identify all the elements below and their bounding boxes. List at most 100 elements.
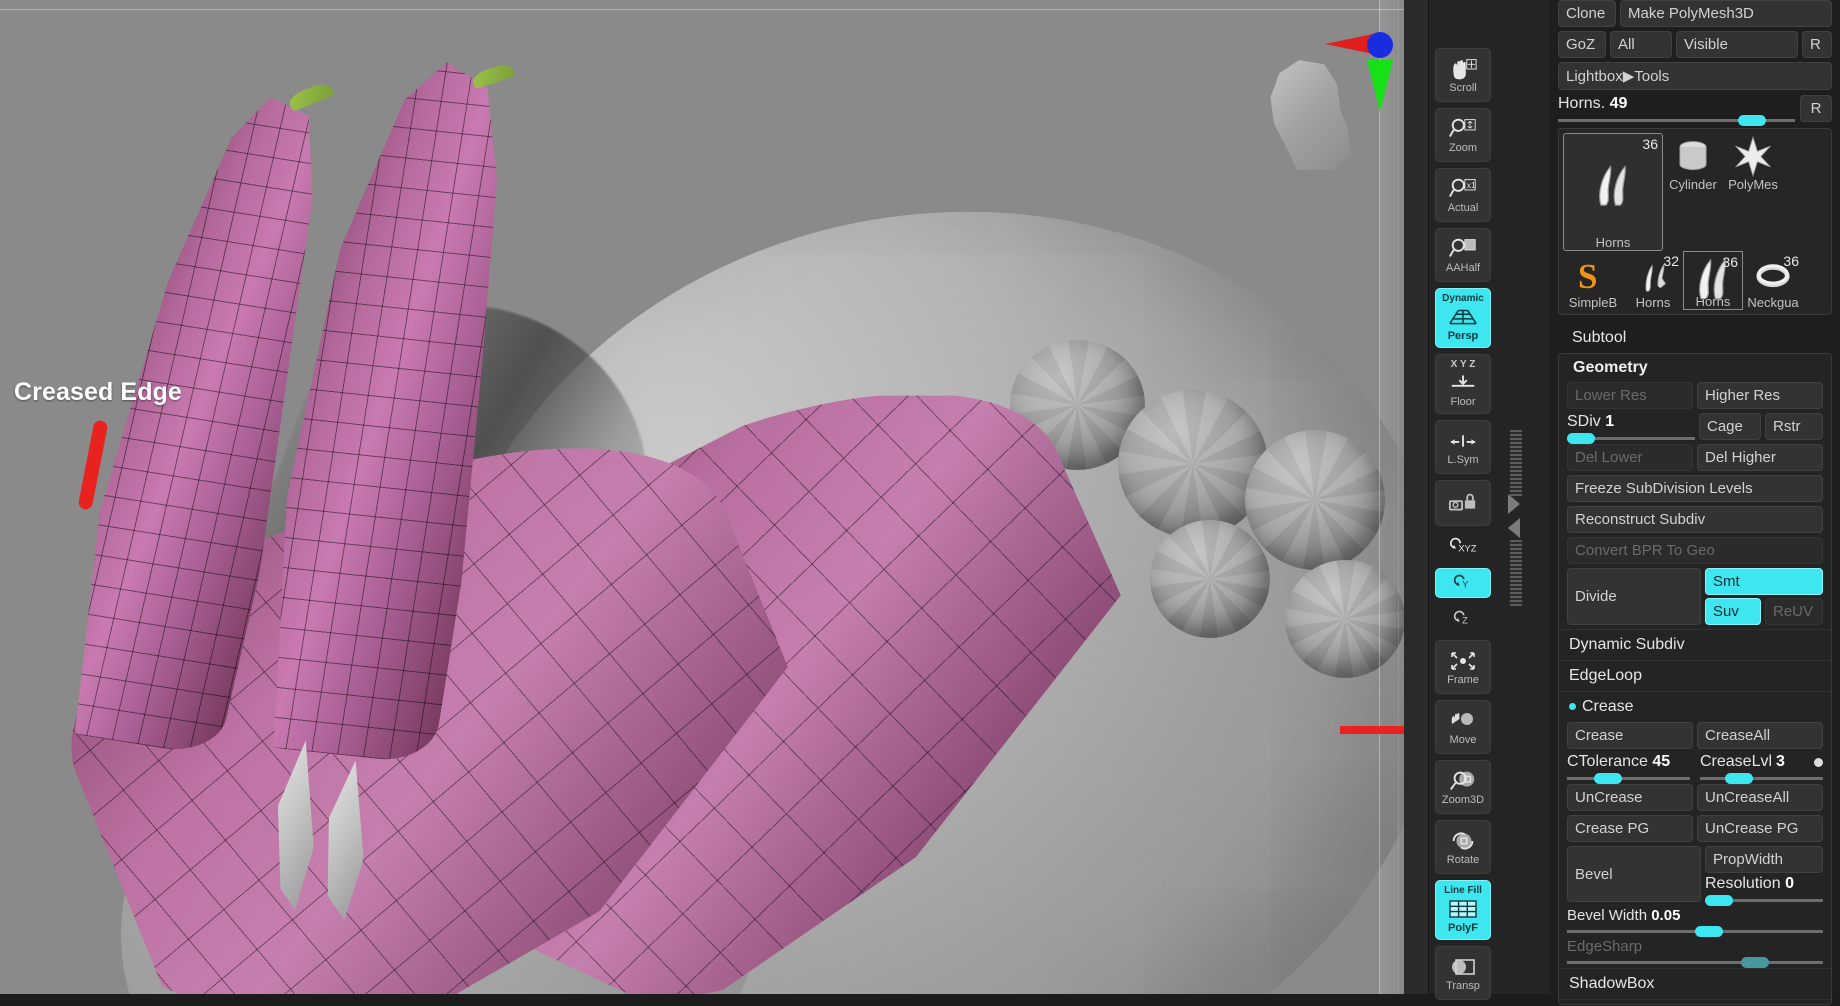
current-tool-thumb[interactable] xyxy=(1738,115,1767,126)
creaselvl-track[interactable] xyxy=(1700,773,1823,784)
bevel-button[interactable]: Bevel xyxy=(1567,846,1701,902)
x-axis-icon xyxy=(1325,34,1373,54)
higher-res-button[interactable]: Higher Res xyxy=(1697,382,1823,409)
uncrease-pg-button[interactable]: UnCrease PG xyxy=(1697,815,1823,842)
toolbar-button-zoom3d[interactable]: Zoom3D xyxy=(1435,760,1491,814)
toolbar-button-l-sym[interactable]: L.Sym xyxy=(1435,420,1491,474)
sdiv-thumb[interactable] xyxy=(1567,433,1595,444)
toolbar-button-floor[interactable]: X Y Z Floor xyxy=(1435,354,1491,414)
tool-thumbnail-grid[interactable]: 36 Horns Cylinder PolyMes S SimpleB 32 Horns 36 H… xyxy=(1558,128,1832,315)
creaselvl-thumb[interactable] xyxy=(1724,773,1753,784)
goz-all-button[interactable]: All xyxy=(1610,31,1672,58)
smt-toggle[interactable]: Smt xyxy=(1705,568,1823,595)
del-lower-button[interactable]: Del Lower xyxy=(1567,444,1693,471)
tool-thumbnail-cylinder[interactable]: Cylinder xyxy=(1663,133,1723,192)
goz-visible-button[interactable]: Visible xyxy=(1676,31,1798,58)
uncrease-button[interactable]: UnCrease xyxy=(1567,784,1693,811)
crease-pg-button[interactable]: Crease PG xyxy=(1567,815,1693,842)
lower-res-button[interactable]: Lower Res xyxy=(1567,382,1693,409)
subtool-section-label[interactable]: Subtool xyxy=(1550,323,1840,353)
bevel-width-track[interactable] xyxy=(1567,926,1823,937)
toolbar-button-xyz[interactable]: XYZ xyxy=(1435,532,1491,562)
crease-button[interactable]: Crease xyxy=(1567,722,1693,749)
tool-thumbnail-polymes[interactable]: PolyMes xyxy=(1723,133,1783,192)
toolbar-button-polyf[interactable]: Line Fill PolyF xyxy=(1435,880,1491,940)
left-vertical-toolbar[interactable]: BPR SPix 3 ScrollZoomx1ActualAAHalfDynam… xyxy=(1428,0,1496,1000)
dynamic-subdiv-section[interactable]: Dynamic Subdiv xyxy=(1559,629,1831,660)
navigation-gizmo[interactable] xyxy=(1255,20,1404,180)
resolution-slider[interactable]: Resolution 0 xyxy=(1705,875,1823,906)
current-tool-slider[interactable]: Horns. 49 xyxy=(1558,95,1795,126)
reconstruct-subdiv-button[interactable]: Reconstruct Subdiv xyxy=(1567,506,1823,533)
toolbar-button-move[interactable]: Move xyxy=(1435,700,1491,754)
sdiv-label: SDiv xyxy=(1567,413,1601,430)
toolbar-button-transp[interactable]: Transp xyxy=(1435,946,1491,1000)
goz-r-button[interactable]: R xyxy=(1802,31,1832,58)
collapse-rail-top xyxy=(1510,430,1522,496)
divide-button[interactable]: Divide xyxy=(1567,568,1701,625)
lightbox-tools-button[interactable]: Lightbox▶Tools xyxy=(1558,62,1832,90)
shadowbox-section[interactable]: ShadowBox xyxy=(1559,968,1831,1000)
bevel-width-slider[interactable]: Bevel Width 0.05 xyxy=(1559,906,1831,937)
edgeloop-section[interactable]: EdgeLoop xyxy=(1559,660,1831,691)
make-polymesh3d-button[interactable]: Make PolyMesh3D xyxy=(1620,0,1832,27)
edgesharp-slider[interactable]: EdgeSharp xyxy=(1559,937,1831,968)
propwidth-button[interactable]: PropWidth xyxy=(1705,846,1823,873)
sdiv-slider[interactable]: SDiv 1 xyxy=(1567,413,1695,444)
resolution-thumb[interactable] xyxy=(1705,895,1733,906)
tool-thumbnail-horns[interactable]: 32 Horns xyxy=(1623,251,1683,310)
freeze-subdivision-levels-button[interactable]: Freeze SubDivision Levels xyxy=(1567,475,1823,502)
tool-thumbnail-neckgua[interactable]: 36 Neckgua xyxy=(1743,251,1803,310)
toolbar-button-camera-lock[interactable] xyxy=(1435,480,1491,526)
goz-button[interactable]: GoZ xyxy=(1558,31,1606,58)
clone-button[interactable]: Clone xyxy=(1558,0,1616,27)
sdiv-track[interactable] xyxy=(1567,433,1695,444)
crease-all-button[interactable]: CreaseAll xyxy=(1697,722,1823,749)
toolbar-button-actual[interactable]: x1 Actual xyxy=(1435,168,1491,222)
creaselvl-slider[interactable]: CreaseLvl 3 xyxy=(1700,753,1823,784)
toolbar-button-persp[interactable]: Dynamic Persp xyxy=(1435,288,1491,348)
tool-thumbnail-simpleb[interactable]: S SimpleB xyxy=(1563,251,1623,310)
suv-toggle[interactable]: Suv xyxy=(1705,598,1761,625)
resolution-track[interactable] xyxy=(1705,895,1823,906)
edgesharp-track[interactable] xyxy=(1567,957,1823,968)
bevel-width-thumb[interactable] xyxy=(1695,926,1723,937)
rstr-button[interactable]: Rstr xyxy=(1765,413,1823,440)
convert-bpr-to-geo-button[interactable]: Convert BPR To Geo xyxy=(1567,537,1823,564)
del-higher-button[interactable]: Del Higher xyxy=(1697,444,1823,471)
toolbar-button-aahalf[interactable]: AAHalf xyxy=(1435,228,1491,282)
tool-thumbnail-horns[interactable]: 36 Horns xyxy=(1683,251,1743,310)
toolbar-button-zoom[interactable]: Zoom xyxy=(1435,108,1491,162)
crease-row: Crease CreaseAll xyxy=(1559,722,1831,753)
tool-palette[interactable]: Clone Make PolyMesh3D GoZ All Visible R … xyxy=(1550,0,1840,1005)
creaselvl-indicator-icon[interactable] xyxy=(1814,757,1823,767)
bevel-width-value: 0.05 xyxy=(1651,907,1681,924)
ctolerance-thumb[interactable] xyxy=(1594,773,1623,784)
toolbar-button-rotate[interactable]: Rotate xyxy=(1435,820,1491,874)
current-tool-track[interactable] xyxy=(1558,115,1795,126)
collapse-arrows[interactable] xyxy=(1508,494,1524,542)
tool-thumbnail-horns[interactable]: 36 Horns xyxy=(1563,133,1663,251)
edgesharp-thumb[interactable] xyxy=(1741,957,1770,968)
ctolerance-track[interactable] xyxy=(1567,773,1690,784)
toolbar-button-frame[interactable]: Frame xyxy=(1435,640,1491,694)
transparency-icon xyxy=(1448,954,1478,980)
ctolerance-slider[interactable]: CTolerance 45 xyxy=(1567,753,1690,784)
chevron-right-icon[interactable] xyxy=(1508,494,1520,514)
floor-grid-icon xyxy=(1448,370,1478,396)
toolbar-button-y[interactable]: Y xyxy=(1435,568,1491,598)
cage-button[interactable]: Cage xyxy=(1699,413,1761,440)
collapse-rail-bottom xyxy=(1510,540,1522,606)
camera-lock-icon xyxy=(1448,490,1478,516)
crease-section-header[interactable]: Crease xyxy=(1559,691,1831,722)
chevron-left-icon[interactable] xyxy=(1508,518,1520,538)
convert-row: Convert BPR To Geo xyxy=(1559,537,1831,568)
toolbar-button-z[interactable]: Z xyxy=(1435,604,1491,634)
reuv-toggle[interactable]: ReUV xyxy=(1765,598,1823,625)
viewport-3d-canvas[interactable]: Creased Edge xyxy=(0,0,1404,994)
current-tool-slider-row: Horns. 49 R xyxy=(1550,95,1840,128)
palette-collapse-handle[interactable] xyxy=(1496,0,1550,994)
toolbar-button-scroll[interactable]: Scroll xyxy=(1435,48,1491,102)
uncrease-all-button[interactable]: UnCreaseAll xyxy=(1697,784,1823,811)
tool-r-button[interactable]: R xyxy=(1800,95,1832,122)
